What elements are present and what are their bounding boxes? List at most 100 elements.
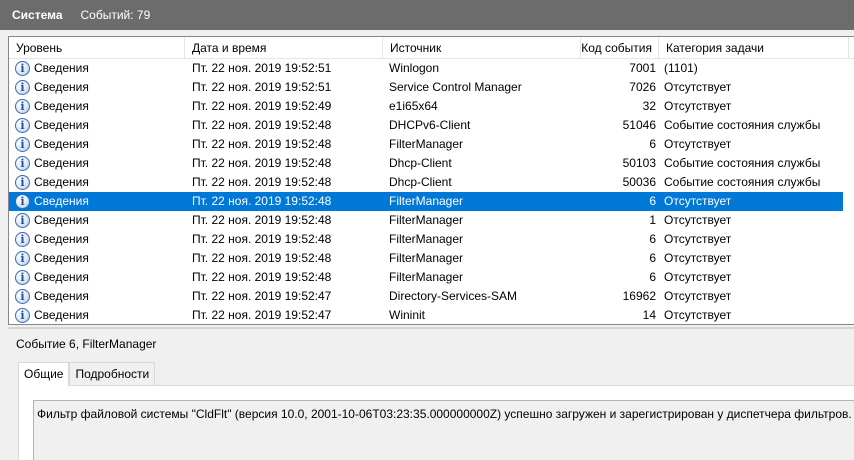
- cell-source: FilterManager: [389, 213, 464, 227]
- table-row[interactable]: i Сведения Пт. 22 ноя. 2019 19:52:48 Filter…: [9, 192, 843, 211]
- table-row[interactable]: i Сведения Пт. 22 ноя. 2019 19:52:47 Winini…: [9, 306, 843, 324]
- cell-level: i Сведения: [15, 59, 185, 78]
- cell-code: 7026: [629, 80, 656, 94]
- tab-details[interactable]: Подробности: [69, 362, 156, 385]
- info-icon: i: [15, 194, 30, 209]
- cell-source: FilterManager: [389, 232, 464, 246]
- cell-code: 6: [649, 251, 656, 265]
- cell-level: i Сведения: [15, 268, 185, 287]
- cell-code: 50036: [622, 175, 656, 189]
- level-label: Сведения: [34, 251, 89, 265]
- cell-level: i Сведения: [15, 97, 185, 116]
- level-label: Сведения: [34, 194, 89, 208]
- cell-code: 50103: [622, 156, 656, 170]
- info-icon: i: [15, 156, 30, 171]
- cell-category: Отсутствует: [664, 213, 732, 227]
- cell-code: 6: [649, 232, 656, 246]
- level-label: Сведения: [34, 308, 89, 322]
- level-label: Сведения: [34, 232, 89, 246]
- cell-code: 14: [642, 308, 656, 322]
- cell-category: Отсутствует: [664, 99, 732, 113]
- level-label: Сведения: [34, 289, 89, 303]
- info-icon: i: [15, 270, 30, 285]
- table-row[interactable]: i Сведения Пт. 22 ноя. 2019 19:52:48 DHCPv6…: [9, 116, 843, 135]
- cell-date: Пт. 22 ноя. 2019 19:52:48: [192, 194, 332, 208]
- cell-category: Отсутствует: [664, 270, 732, 284]
- cell-category: Событие состояния службы: [664, 175, 821, 189]
- level-label: Сведения: [34, 156, 89, 170]
- table-row[interactable]: i Сведения Пт. 22 ноя. 2019 19:52:47 Direct…: [9, 287, 843, 306]
- level-label: Сведения: [34, 213, 89, 227]
- cell-source: FilterManager: [389, 137, 464, 151]
- cell-date: Пт. 22 ноя. 2019 19:52:48: [192, 232, 332, 246]
- cell-category: Отсутствует: [664, 308, 732, 322]
- table-row[interactable]: i Сведения Пт. 22 ноя. 2019 19:52:48 Filter…: [9, 249, 843, 268]
- table-row[interactable]: i Сведения Пт. 22 ноя. 2019 19:52:49 e1i65x…: [9, 97, 843, 116]
- log-header: Система Событий: 79: [0, 0, 854, 30]
- level-label: Сведения: [34, 137, 89, 151]
- column-header-code[interactable]: Код события: [581, 37, 659, 59]
- level-label: Сведения: [34, 61, 89, 75]
- cell-source: FilterManager: [389, 194, 464, 208]
- cell-category: Отсутствует: [664, 194, 732, 208]
- event-message-box[interactable]: Фильтр файловой системы "CldFlt" (версия…: [33, 400, 854, 460]
- column-header-source[interactable]: Источник: [383, 37, 581, 59]
- cell-category: Отсутствует: [664, 289, 732, 303]
- table-header: Уровень Дата и время Источник Код событи…: [9, 37, 854, 59]
- table-row[interactable]: i Сведения Пт. 22 ноя. 2019 19:52:51 Servic…: [9, 78, 843, 97]
- cell-source: FilterManager: [389, 251, 464, 265]
- column-header-level[interactable]: Уровень: [9, 37, 185, 59]
- info-icon: i: [15, 175, 30, 190]
- event-detail-title: Событие 6, FilterManager: [16, 337, 157, 351]
- cell-category: Событие состояния службы: [664, 118, 821, 132]
- cell-category: Отсутствует: [664, 137, 732, 151]
- info-icon: i: [15, 61, 30, 76]
- event-message: Фильтр файловой системы "CldFlt" (версия…: [37, 407, 852, 421]
- info-icon: i: [15, 251, 30, 266]
- cell-level: i Сведения: [15, 116, 185, 135]
- cell-date: Пт. 22 ноя. 2019 19:52:48: [192, 175, 332, 189]
- cell-category: Отсутствует: [664, 80, 732, 94]
- cell-date: Пт. 22 ноя. 2019 19:52:48: [192, 118, 332, 132]
- info-icon: i: [15, 289, 30, 304]
- cell-level: i Сведения: [15, 230, 185, 249]
- info-icon: i: [15, 80, 30, 95]
- table-row[interactable]: i Сведения Пт. 22 ноя. 2019 19:52:48 Filter…: [9, 211, 843, 230]
- events-table: Уровень Дата и время Источник Код событи…: [8, 36, 854, 325]
- pane-splitter[interactable]: [8, 327, 854, 329]
- column-header-category[interactable]: Категория задачи: [659, 37, 849, 59]
- cell-code: 16962: [622, 289, 656, 303]
- cell-level: i Сведения: [15, 287, 185, 306]
- cell-source: FilterManager: [389, 270, 464, 284]
- cell-source: Winlogon: [389, 61, 440, 75]
- cell-source: e1i65x64: [389, 99, 438, 113]
- cell-source: Service Control Manager: [389, 80, 522, 94]
- cell-level: i Сведения: [15, 306, 185, 324]
- table-row[interactable]: i Сведения Пт. 22 ноя. 2019 19:52:48 Filter…: [9, 268, 843, 287]
- table-row[interactable]: i Сведения Пт. 22 ноя. 2019 19:52:48 Dhcp-C…: [9, 154, 843, 173]
- cell-code: 6: [649, 194, 656, 208]
- cell-category: Событие состояния службы: [664, 156, 821, 170]
- cell-date: Пт. 22 ноя. 2019 19:52:48: [192, 137, 332, 151]
- table-row[interactable]: i Сведения Пт. 22 ноя. 2019 19:52:51 Winlog…: [9, 59, 843, 78]
- cell-source: Dhcp-Client: [389, 156, 452, 170]
- cell-source: DHCPv6-Client: [389, 118, 471, 132]
- level-label: Сведения: [34, 118, 89, 132]
- cell-level: i Сведения: [15, 154, 185, 173]
- tab-general[interactable]: Общие: [18, 362, 70, 386]
- table-row[interactable]: i Сведения Пт. 22 ноя. 2019 19:52:48 Dhcp-C…: [9, 173, 843, 192]
- cell-date: Пт. 22 ноя. 2019 19:52:49: [192, 99, 332, 113]
- cell-level: i Сведения: [15, 78, 185, 97]
- level-label: Сведения: [34, 175, 89, 189]
- cell-level: i Сведения: [15, 192, 185, 211]
- cell-date: Пт. 22 ноя. 2019 19:52:47: [192, 289, 332, 303]
- level-label: Сведения: [34, 80, 89, 94]
- cell-level: i Сведения: [15, 249, 185, 268]
- info-icon: i: [15, 213, 30, 228]
- cell-source: Wininit: [389, 308, 426, 322]
- column-header-date[interactable]: Дата и время: [185, 37, 383, 59]
- cell-category: (1101): [664, 61, 698, 75]
- table-row[interactable]: i Сведения Пт. 22 ноя. 2019 19:52:48 Filter…: [9, 135, 843, 154]
- cell-date: Пт. 22 ноя. 2019 19:52:48: [192, 251, 332, 265]
- table-row[interactable]: i Сведения Пт. 22 ноя. 2019 19:52:48 Filter…: [9, 230, 843, 249]
